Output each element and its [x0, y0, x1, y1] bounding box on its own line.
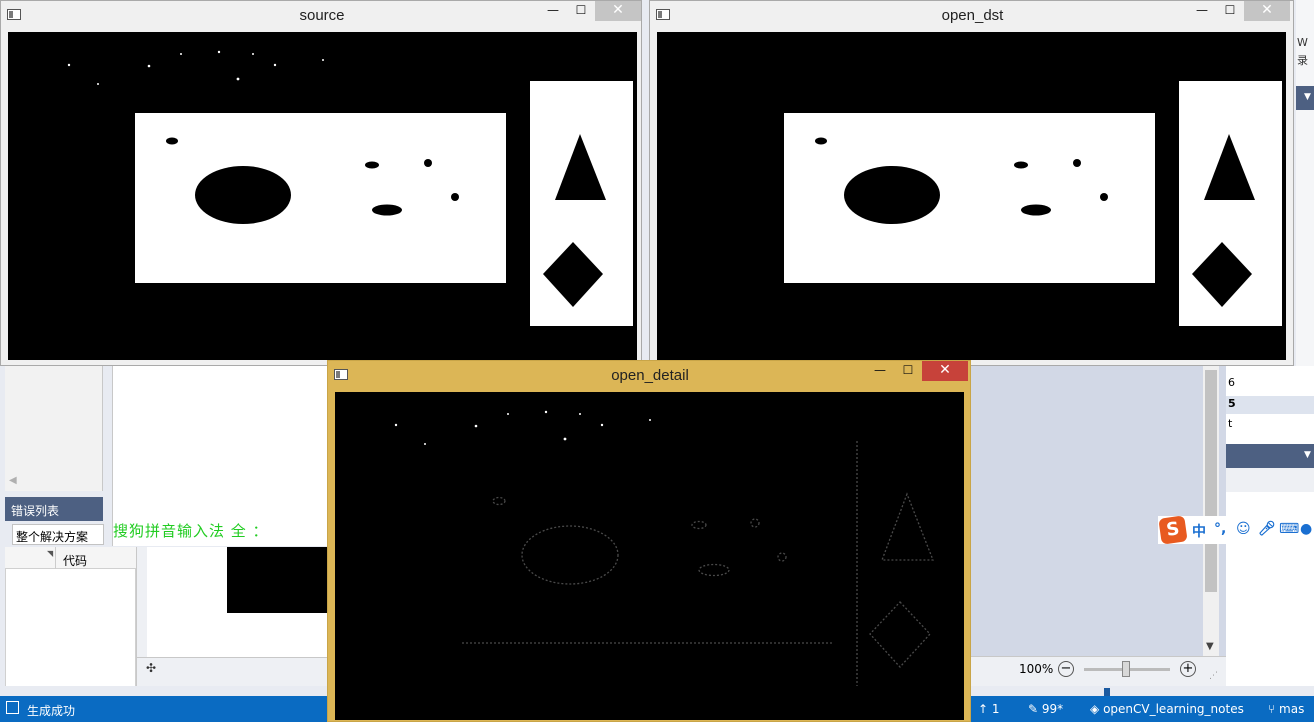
opened-binary-image [784, 81, 1282, 326]
window-source[interactable]: source — ☐ ✕ [0, 0, 642, 366]
pencil-icon: ✎ [1028, 702, 1039, 716]
maximize-button[interactable]: ☐ [1216, 1, 1244, 21]
properties-row[interactable]: 5 [1226, 397, 1314, 415]
build-status-text: 生成成功 [27, 704, 76, 718]
noise-specks [394, 410, 651, 445]
image-preview-block [227, 547, 327, 613]
emoji-icon[interactable]: ☺ [1236, 521, 1251, 537]
ime-punctuation-toggle[interactable]: °, [1214, 521, 1226, 537]
image-canvas [8, 32, 637, 360]
dropdown-arrow-icon[interactable]: ▼ [1304, 92, 1311, 102]
dropdown-arrow-icon[interactable]: ▼ [1304, 450, 1311, 460]
ime-status-text: 搜狗拼音输入法 全 ： [113, 522, 269, 540]
repository-name: openCV_learning_notes [1103, 702, 1244, 716]
repository-indicator[interactable]: ◈ openCV_learning_notes [1090, 702, 1244, 716]
column-header-code[interactable]: 代码 [63, 552, 87, 569]
scrollbar-thumb[interactable] [1205, 370, 1217, 592]
document-background [968, 366, 1226, 656]
noise-specks [67, 50, 324, 85]
microphone-icon[interactable]: 🎤︎ [1258, 521, 1276, 537]
ime-mode-toggle[interactable]: 中 [1192, 521, 1206, 541]
branch-indicator[interactable]: ⑂ mas [1268, 702, 1304, 716]
move-icon[interactable]: ✣ [146, 661, 156, 675]
side-panel-glyph: W [1297, 36, 1308, 49]
scroll-left-icon[interactable]: ◀ [9, 475, 17, 486]
error-list-title[interactable]: 错误列表 [5, 497, 103, 521]
properties-row[interactable]: 6 [1226, 376, 1314, 394]
publish-changes-indicator[interactable]: ↑ 1 [978, 702, 1000, 716]
user-icon[interactable]: ● [1300, 521, 1312, 537]
close-button[interactable]: ✕ [595, 1, 641, 21]
zoom-in-button[interactable]: + [1180, 661, 1196, 677]
git-repo-icon: ◈ [1090, 702, 1100, 716]
edge-residue [462, 441, 934, 686]
window-titlebar[interactable]: source — ☐ ✕ [1, 1, 641, 31]
changes-count: 1 [991, 702, 1000, 716]
panel-header-bar[interactable] [1226, 444, 1314, 468]
image-canvas [657, 32, 1286, 360]
solution-filter-select[interactable]: 整个解决方案 [12, 524, 104, 545]
difference-image [394, 410, 934, 686]
minimize-button[interactable]: — [539, 1, 567, 21]
side-panel-glyph: 录 [1297, 54, 1308, 67]
minimize-button[interactable]: — [1188, 1, 1216, 21]
up-arrow-icon: ↑ [978, 702, 989, 716]
close-button[interactable]: ✕ [922, 361, 968, 381]
window-open-dst[interactable]: open_dst — ☐ ✕ [649, 0, 1294, 366]
resize-grip-icon[interactable]: ⋰ [1209, 671, 1218, 681]
close-button[interactable]: ✕ [1244, 1, 1290, 21]
divider [136, 657, 328, 658]
maximize-button[interactable]: ☐ [567, 1, 595, 21]
image-canvas [335, 392, 964, 720]
zoom-slider-thumb[interactable] [1122, 661, 1130, 677]
zoom-level[interactable]: 100% [1019, 662, 1053, 676]
properties-row[interactable]: t [1226, 417, 1314, 435]
sort-indicator-icon: ◥ [47, 549, 54, 558]
build-status-icon [6, 701, 19, 714]
keyboard-icon[interactable]: ⌨ [1279, 521, 1299, 537]
branch-name: mas [1279, 702, 1305, 716]
pending-edits-indicator[interactable]: ✎ 99* [1028, 702, 1063, 716]
position-marker [1104, 688, 1110, 696]
window-open-detail[interactable]: open_detail — ☐ ✕ [327, 360, 971, 722]
solution-explorer-pane [5, 366, 103, 491]
minimize-button[interactable]: — [866, 361, 894, 381]
window-titlebar[interactable]: open_detail — ☐ ✕ [328, 361, 970, 391]
sogou-logo-icon[interactable]: S [1158, 515, 1188, 545]
maximize-button[interactable]: ☐ [894, 361, 922, 381]
binary-image [67, 50, 633, 326]
window-titlebar[interactable]: open_dst — ☐ ✕ [650, 1, 1293, 31]
editor-pane[interactable] [112, 366, 332, 546]
branch-icon: ⑂ [1268, 702, 1276, 716]
zoom-out-button[interactable]: − [1058, 661, 1074, 677]
column-separator[interactable] [55, 547, 56, 569]
scroll-down-icon[interactable]: ▼ [1206, 641, 1214, 652]
panel-toolbar [1226, 468, 1314, 492]
pending-edits-count: 99* [1041, 702, 1064, 716]
